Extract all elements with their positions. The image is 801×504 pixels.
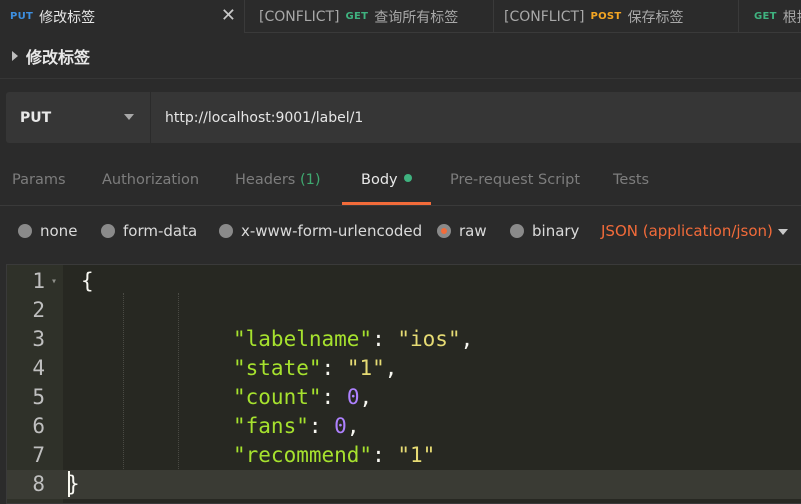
code-token: 0 xyxy=(334,414,347,438)
code-token: "count" xyxy=(233,385,322,409)
request-url-input[interactable] xyxy=(151,92,801,143)
radio-icon[interactable] xyxy=(18,224,32,238)
body-code-editor[interactable]: 1 ▾ {2 3 "labelname": "ios", 4 "state": "1", 5 "… xyxy=(6,264,801,504)
body-type-label: form-data xyxy=(123,222,198,240)
code-token: "recommend" xyxy=(233,443,373,467)
tab-method-badge: GET xyxy=(345,11,369,22)
radio-icon[interactable] xyxy=(510,224,524,238)
radio-checked-icon[interactable] xyxy=(437,224,451,238)
tab-body-label: Body xyxy=(361,172,398,188)
tab-body[interactable]: Body xyxy=(361,172,412,188)
body-type-label: binary xyxy=(532,222,580,240)
tab-headers-label: Headers xyxy=(235,172,296,188)
request-title-row: 修改标签 xyxy=(0,34,801,79)
code-text: "fans": 0, xyxy=(233,412,359,441)
body-type-raw[interactable]: raw xyxy=(437,222,487,240)
request-tab-post-save-label[interactable]: [CONFLICT] POST 保存标签 xyxy=(494,0,739,33)
code-token: "labelname" xyxy=(233,327,373,351)
tab-label: 保存标签 xyxy=(627,9,684,26)
body-type-none[interactable]: none xyxy=(18,222,77,240)
text-cursor xyxy=(68,471,70,497)
code-text: "recommend": "1" xyxy=(233,441,435,470)
tab-label: 根据 xyxy=(782,9,801,26)
code-line: 3 "labelname": "ios", xyxy=(7,325,801,354)
code-text: "state": "1", xyxy=(233,354,397,383)
code-token: "ios" xyxy=(397,327,461,351)
code-token: { xyxy=(81,269,94,293)
request-tab-bar: PUT 修改标签 ✕ [CONFLICT] GET 查询所有标签 [CONFLI… xyxy=(0,0,801,33)
body-modified-dot-icon xyxy=(403,174,412,182)
line-number: 3 xyxy=(32,327,45,351)
code-token: : xyxy=(372,327,398,351)
chevron-down-icon[interactable] xyxy=(778,229,788,235)
code-line: 8} xyxy=(7,470,801,499)
close-tab-icon[interactable]: ✕ xyxy=(221,5,236,27)
body-type-label: raw xyxy=(459,222,487,240)
tab-method-badge: POST xyxy=(590,11,622,22)
tab-label: 修改标签 xyxy=(39,9,96,26)
code-text: { xyxy=(81,267,94,296)
code-token: : xyxy=(372,443,398,467)
active-tab-indicator xyxy=(342,202,431,205)
code-line: 6 "fans": 0, xyxy=(7,412,801,441)
line-number: 6 xyxy=(32,414,45,438)
radio-icon[interactable] xyxy=(101,224,115,238)
tab-pre-request-script[interactable]: Pre-request Script xyxy=(450,172,580,188)
line-number: 1 xyxy=(32,269,45,293)
code-token: : xyxy=(321,385,347,409)
code-token: : xyxy=(308,414,335,438)
tab-params[interactable]: Params xyxy=(12,172,66,188)
code-token: "1" xyxy=(397,443,436,467)
line-number: 8 xyxy=(32,472,45,496)
tab-method-badge: PUT xyxy=(10,11,34,22)
tab-conflict-flag: [CONFLICT] xyxy=(259,8,340,25)
fold-toggle-icon[interactable]: ▾ xyxy=(51,267,57,296)
line-number: 2 xyxy=(32,298,45,322)
code-token: , xyxy=(384,356,398,380)
request-section-tabs: Params Authorization Headers (1) Body Pr… xyxy=(0,160,801,206)
body-type-urlencoded[interactable]: x-www-form-urlencoded xyxy=(219,222,422,240)
code-token: : xyxy=(321,356,347,380)
line-number: 5 xyxy=(32,385,45,409)
code-token: 0 xyxy=(346,385,360,409)
code-text: "labelname": "ios", xyxy=(233,325,473,354)
request-tab-get-by-id[interactable]: GET 根据 xyxy=(744,0,801,33)
code-token: "1" xyxy=(346,356,385,380)
code-token: "state" xyxy=(233,356,322,380)
tab-authorization[interactable]: Authorization xyxy=(102,172,199,188)
body-type-label: none xyxy=(40,222,78,240)
code-line: 5 "count": 0, xyxy=(7,383,801,412)
code-line: 1 ▾ { xyxy=(7,267,801,296)
code-token: , xyxy=(346,414,360,438)
code-line: 2 xyxy=(7,296,801,325)
url-bar: PUT xyxy=(6,92,801,143)
headers-count-badge: (1) xyxy=(299,172,321,188)
code-token: , xyxy=(359,385,373,409)
tab-conflict-flag: [CONFLICT] xyxy=(504,8,585,25)
code-token: "fans" xyxy=(233,414,309,438)
body-type-form-data[interactable]: form-data xyxy=(101,222,197,240)
tab-headers[interactable]: Headers (1) xyxy=(235,172,321,188)
code-token: , xyxy=(460,327,474,351)
request-tab-put-edit-label[interactable]: PUT 修改标签 ✕ xyxy=(0,0,245,33)
line-number: 4 xyxy=(32,356,45,380)
expand-caret-icon[interactable] xyxy=(12,51,18,61)
line-number: 7 xyxy=(32,443,45,467)
code-line: 4 "state": "1", xyxy=(7,354,801,383)
radio-icon[interactable] xyxy=(219,224,233,238)
code-text: "count": 0, xyxy=(233,383,372,412)
body-type-label: x-www-form-urlencoded xyxy=(241,222,423,240)
http-method-select[interactable]: PUT xyxy=(6,92,151,143)
request-name[interactable]: 修改标签 xyxy=(26,44,90,68)
request-tab-get-all-labels[interactable]: [CONFLICT] GET 查询所有标签 xyxy=(249,0,494,33)
content-type-select[interactable]: JSON (application/json) xyxy=(601,222,773,240)
tab-method-badge: GET xyxy=(754,11,777,22)
tab-tests[interactable]: Tests xyxy=(613,172,649,188)
tab-label: 查询所有标签 xyxy=(374,9,459,26)
http-method-value: PUT xyxy=(20,109,52,126)
code-line: 7 "recommend": "1" xyxy=(7,441,801,470)
body-type-binary[interactable]: binary xyxy=(510,222,579,240)
chevron-down-icon xyxy=(124,114,134,120)
body-type-options: none form-data x-www-form-urlencoded raw… xyxy=(0,214,801,252)
